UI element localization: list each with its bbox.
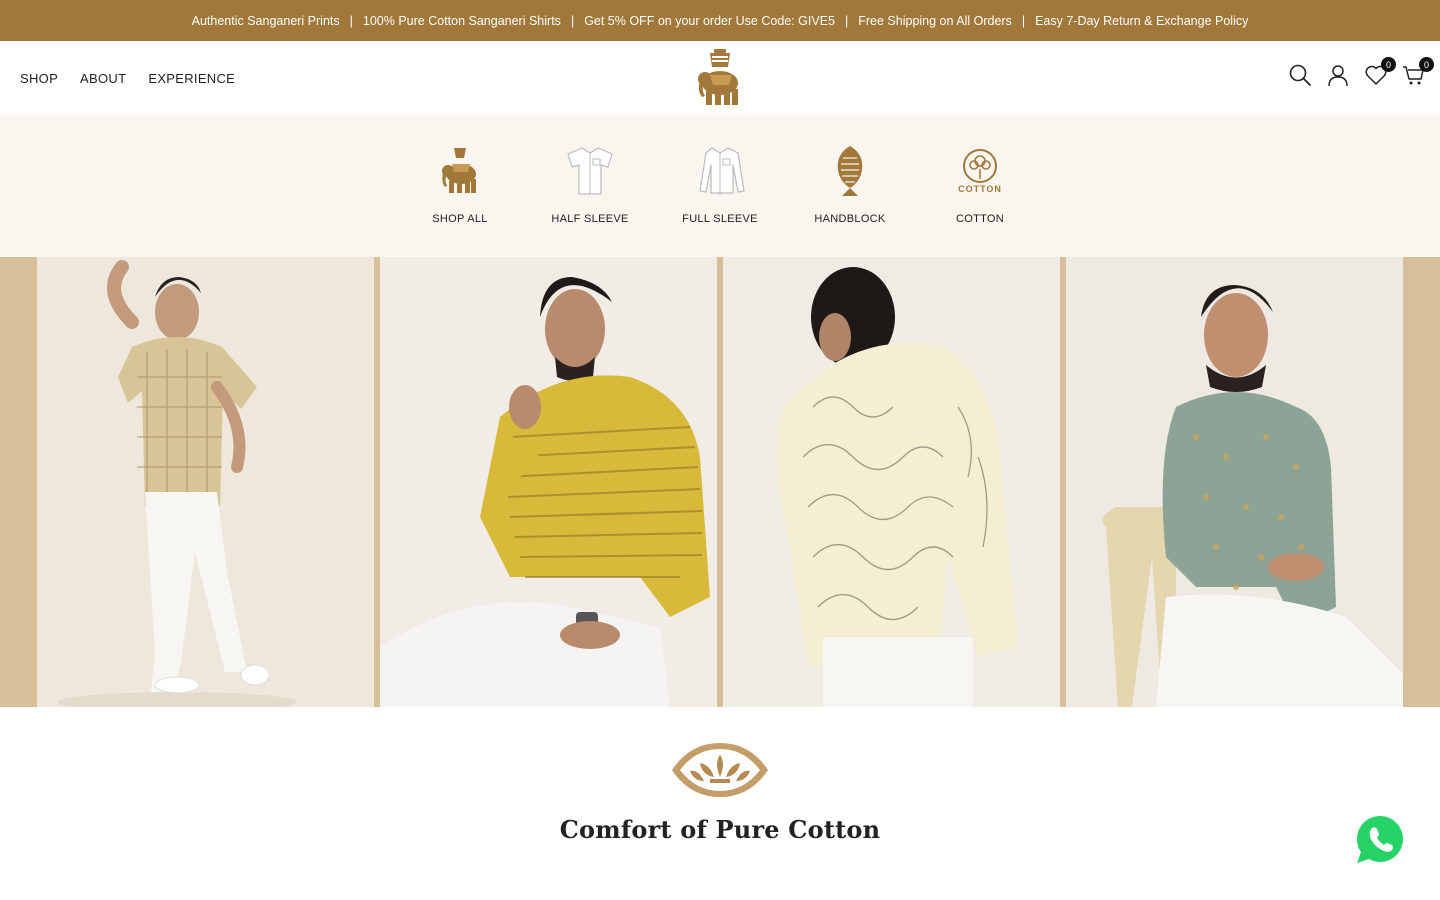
announcement-separator: | [570, 13, 575, 28]
full-sleeve-shirt-icon [692, 143, 748, 199]
nav-shop[interactable]: SHOP [20, 71, 58, 86]
elephant-icon [432, 143, 488, 199]
category-label: COTTON [955, 213, 1005, 225]
paisley-block-icon [822, 143, 878, 199]
model-photo-yellow-full-sleeve[interactable] [380, 257, 717, 707]
category-full-sleeve[interactable]: FULL SLEEVE [655, 143, 785, 257]
announcement-bar: Authentic Sanganeri Prints | 100% Pure C… [0, 0, 1440, 41]
hero-gallery [0, 257, 1440, 707]
whatsapp-chat-button[interactable] [1355, 814, 1405, 864]
section-cotton-intro: Comfort of Pure Cotton [0, 707, 1440, 900]
category-cotton[interactable]: COTTON COTTON [915, 143, 1045, 257]
site-header: SHOP ABOUT EXPERIENCE 0 0 [0, 41, 1440, 115]
cart-count-badge: 0 [1419, 57, 1434, 72]
nav-about[interactable]: ABOUT [80, 71, 126, 86]
cotton-icon: COTTON [952, 143, 1008, 199]
category-half-sleeve[interactable]: HALF SLEEVE [525, 143, 655, 257]
category-strip: SHOP ALL HALF SLEEVE FULL SLEEVE HANDBLO… [0, 115, 1440, 257]
cart-icon[interactable]: 0 [1402, 57, 1434, 87]
announcement-separator: | [1021, 13, 1026, 28]
announcement-item: Get 5% OFF on your order Use Code: GIVE5 [584, 13, 835, 28]
announcement-item: Easy 7-Day Return & Exchange Policy [1035, 13, 1249, 28]
category-label: SHOP ALL [432, 213, 488, 225]
category-label: HANDBLOCK [814, 213, 886, 225]
announcement-separator: | [845, 13, 849, 28]
category-label: HALF SLEEVE [551, 213, 629, 225]
model-photo-sage-seated[interactable] [1066, 257, 1403, 707]
category-label: FULL SLEEVE [682, 213, 758, 225]
announcement-item: Free Shipping on All Orders [858, 13, 1012, 28]
cotton-icon-text: COTTON [958, 183, 1002, 194]
main-nav: SHOP ABOUT EXPERIENCE [20, 71, 235, 86]
half-sleeve-shirt-icon [562, 143, 618, 199]
section-title: Comfort of Pure Cotton [559, 815, 881, 844]
category-handblock[interactable]: HANDBLOCK [785, 143, 915, 257]
heart-icon[interactable]: 0 [1364, 57, 1396, 87]
user-icon[interactable] [1326, 63, 1350, 87]
model-photo-half-sleeve-check[interactable] [37, 257, 374, 707]
model-photo-cream-paisley-back[interactable] [723, 257, 1060, 707]
announcement-item: Authentic Sanganeri Prints [191, 13, 340, 28]
wishlist-count-badge: 0 [1381, 57, 1396, 72]
header-icons: 0 0 [1288, 57, 1434, 87]
search-icon[interactable] [1288, 63, 1312, 87]
announcement-separator: | [349, 13, 353, 28]
gallery-edge-right [1403, 257, 1440, 707]
nav-experience[interactable]: EXPERIENCE [148, 71, 235, 86]
ornamental-emblem [670, 741, 770, 799]
gallery-edge-left [0, 257, 37, 707]
elephant-logo[interactable] [696, 47, 744, 109]
category-shop-all[interactable]: SHOP ALL [395, 143, 525, 257]
announcement-item: 100% Pure Cotton Sanganeri Shirts [362, 13, 561, 28]
